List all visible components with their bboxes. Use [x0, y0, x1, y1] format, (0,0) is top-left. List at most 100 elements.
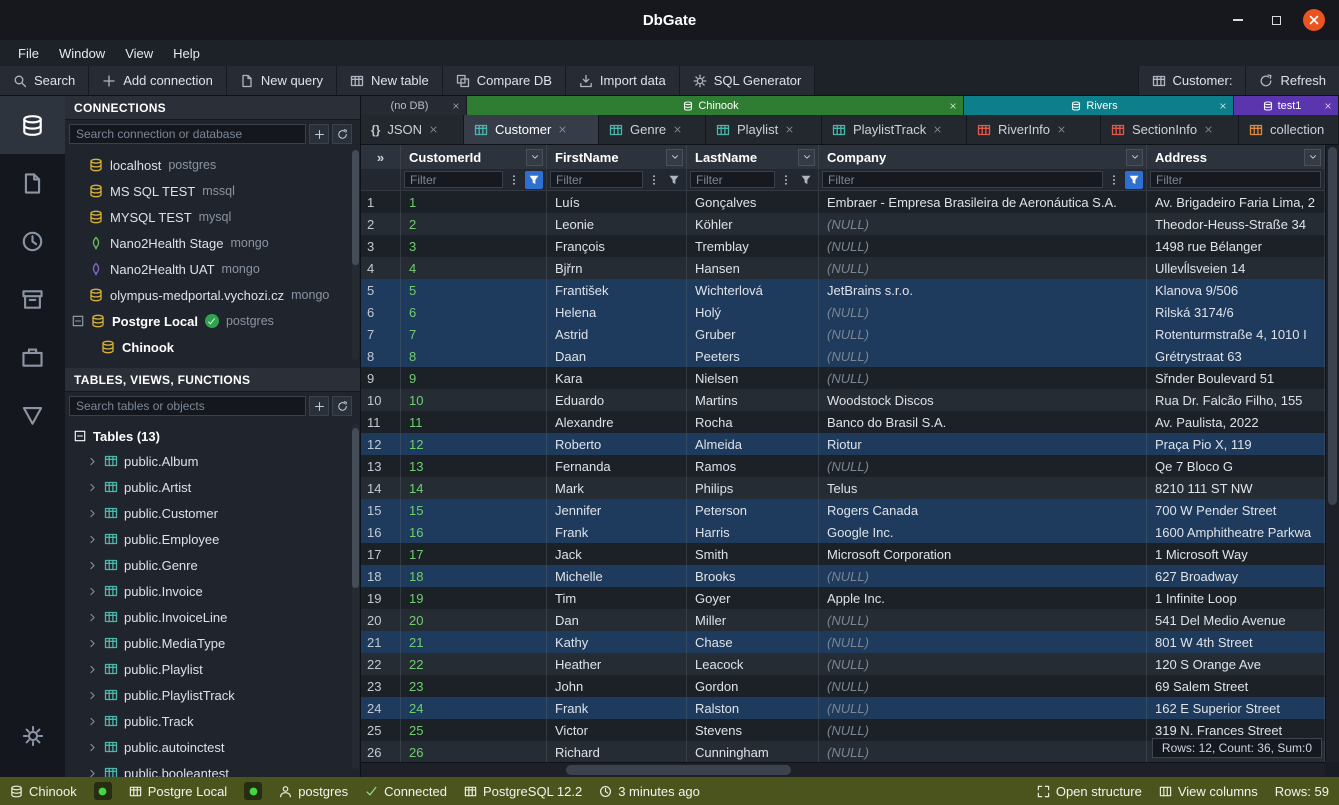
cell-customerid-8[interactable]: 8	[401, 345, 547, 367]
grid-row-9[interactable]: 99KaraNielsen(NULL)Sřnder Boulevard 51	[361, 367, 1325, 389]
cell-firstname-10[interactable]: Eduardo	[547, 389, 687, 411]
row-number-18[interactable]: 18	[361, 565, 401, 587]
row-number-25[interactable]: 25	[361, 719, 401, 741]
connection-olympus-medportal-vychozi-cz[interactable]: olympus-medportal.vychozi.czmongo	[65, 282, 360, 308]
cell-address-4[interactable]: Ullevĺlsveien 14	[1147, 257, 1325, 279]
add-connection-small-button[interactable]	[309, 124, 329, 144]
table-item-public-employee[interactable]: public.Employee	[65, 526, 360, 552]
table-item-public-invoice[interactable]: public.Invoice	[65, 578, 360, 604]
cell-address-23[interactable]: 69 Salem Street	[1147, 675, 1325, 697]
cell-lastname-13[interactable]: Ramos	[687, 455, 819, 477]
scrollbar-thumb[interactable]	[1328, 147, 1337, 505]
cell-address-6[interactable]: Rilská 3174/6	[1147, 301, 1325, 323]
cell-address-2[interactable]: Theodor-Heuss-Straße 34	[1147, 213, 1325, 235]
cell-customerid-11[interactable]: 11	[401, 411, 547, 433]
cell-firstname-3[interactable]: François	[547, 235, 687, 257]
filter-input-firstname[interactable]	[550, 171, 643, 188]
cell-company-2[interactable]: (NULL)	[819, 213, 1147, 235]
grid-row-2[interactable]: 22LeonieKöhler(NULL)Theodor-Heuss-Straße…	[361, 213, 1325, 235]
cell-customerid-1[interactable]: 1	[401, 191, 547, 213]
row-number-17[interactable]: 17	[361, 543, 401, 565]
cell-company-23[interactable]: (NULL)	[819, 675, 1147, 697]
cell-company-12[interactable]: Riotur	[819, 433, 1147, 455]
tab-json[interactable]: {}JSON	[361, 115, 464, 144]
cell-customerid-9[interactable]: 9	[401, 367, 547, 389]
cell-firstname-20[interactable]: Dan	[547, 609, 687, 631]
cell-lastname-9[interactable]: Nielsen	[687, 367, 819, 389]
cell-firstname-9[interactable]: Kara	[547, 367, 687, 389]
table-item-public-customer[interactable]: public.Customer	[65, 500, 360, 526]
cell-customerid-23[interactable]: 23	[401, 675, 547, 697]
cell-address-21[interactable]: 801 W 4th Street	[1147, 631, 1325, 653]
cell-firstname-8[interactable]: Daan	[547, 345, 687, 367]
cell-company-18[interactable]: (NULL)	[819, 565, 1147, 587]
grid-expander-button[interactable]: »	[361, 145, 401, 169]
cell-firstname-15[interactable]: Jennifer	[547, 499, 687, 521]
cell-company-4[interactable]: (NULL)	[819, 257, 1147, 279]
cell-customerid-2[interactable]: 2	[401, 213, 547, 235]
tab-close-icon[interactable]	[933, 125, 942, 134]
cell-firstname-5[interactable]: František	[547, 279, 687, 301]
cell-firstname-6[interactable]: Helena	[547, 301, 687, 323]
cell-lastname-21[interactable]: Chase	[687, 631, 819, 653]
cell-company-17[interactable]: Microsoft Corporation	[819, 543, 1147, 565]
cell-lastname-3[interactable]: Tremblay	[687, 235, 819, 257]
connections-search-input[interactable]	[69, 124, 306, 144]
cell-customerid-13[interactable]: 13	[401, 455, 547, 477]
grid-row-18[interactable]: 1818MichelleBrooks(NULL)627 Broadway	[361, 565, 1325, 587]
cell-lastname-11[interactable]: Rocha	[687, 411, 819, 433]
table-item-public-track[interactable]: public.Track	[65, 708, 360, 734]
cell-address-13[interactable]: Qe 7 Bloco G	[1147, 455, 1325, 477]
row-number-10[interactable]: 10	[361, 389, 401, 411]
cell-customerid-6[interactable]: 6	[401, 301, 547, 323]
cell-lastname-20[interactable]: Miller	[687, 609, 819, 631]
tab-close-icon[interactable]	[452, 102, 460, 110]
grid-row-7[interactable]: 77AstridGruber(NULL)Rotenturmstraße 4, 1…	[361, 323, 1325, 345]
connection-nano2health-stage[interactable]: Nano2Health Stagemongo	[65, 230, 360, 256]
cell-firstname-16[interactable]: Frank	[547, 521, 687, 543]
cell-customerid-24[interactable]: 24	[401, 697, 547, 719]
grid-horizontal-scrollbar[interactable]	[361, 762, 1325, 777]
toolbar-button-sql-generator[interactable]: SQL Generator	[680, 66, 816, 95]
cell-address-16[interactable]: 1600 Amphitheatre Parkwa	[1147, 521, 1325, 543]
cell-lastname-1[interactable]: Gonçalves	[687, 191, 819, 213]
grid-row-8[interactable]: 88DaanPeeters(NULL)Grétrystraat 63	[361, 345, 1325, 367]
cell-address-24[interactable]: 162 E Superior Street	[1147, 697, 1325, 719]
connection-nano2health-uat[interactable]: Nano2Health UATmongo	[65, 256, 360, 282]
row-number-5[interactable]: 5	[361, 279, 401, 301]
cell-company-26[interactable]: (NULL)	[819, 741, 1147, 763]
cell-customerid-18[interactable]: 18	[401, 565, 547, 587]
filter-menu-button[interactable]	[645, 171, 663, 189]
cell-company-8[interactable]: (NULL)	[819, 345, 1147, 367]
connection-chinook[interactable]: Chinook	[65, 334, 360, 360]
menu-item-window[interactable]: Window	[49, 44, 115, 63]
cell-company-19[interactable]: Apple Inc.	[819, 587, 1147, 609]
cell-customerid-21[interactable]: 21	[401, 631, 547, 653]
sidebar-settings-button[interactable]	[0, 707, 65, 765]
sidebar-file-button[interactable]	[0, 154, 65, 212]
cell-firstname-23[interactable]: John	[547, 675, 687, 697]
toolbar-button-import-data[interactable]: Import data	[566, 66, 680, 95]
cell-firstname-13[interactable]: Fernanda	[547, 455, 687, 477]
cell-customerid-12[interactable]: 12	[401, 433, 547, 455]
cell-firstname-4[interactable]: Bjřrn	[547, 257, 687, 279]
cell-lastname-17[interactable]: Smith	[687, 543, 819, 565]
cell-customerid-22[interactable]: 22	[401, 653, 547, 675]
cell-company-16[interactable]: Google Inc.	[819, 521, 1147, 543]
cell-lastname-12[interactable]: Almeida	[687, 433, 819, 455]
cell-firstname-21[interactable]: Kathy	[547, 631, 687, 653]
cell-lastname-18[interactable]: Brooks	[687, 565, 819, 587]
row-number-9[interactable]: 9	[361, 367, 401, 389]
row-number-20[interactable]: 20	[361, 609, 401, 631]
database-tab-chinook[interactable]: Chinook	[467, 96, 964, 115]
filter-input-address[interactable]	[1150, 171, 1321, 188]
cell-firstname-11[interactable]: Alexandre	[547, 411, 687, 433]
cell-firstname-1[interactable]: Luís	[547, 191, 687, 213]
row-number-1[interactable]: 1	[361, 191, 401, 213]
tab-playlisttrack[interactable]: PlaylistTrack	[822, 115, 967, 144]
maximize-button[interactable]	[1265, 9, 1287, 31]
cell-customerid-3[interactable]: 3	[401, 235, 547, 257]
cell-firstname-7[interactable]: Astrid	[547, 323, 687, 345]
cell-address-19[interactable]: 1 Infinite Loop	[1147, 587, 1325, 609]
cell-lastname-7[interactable]: Gruber	[687, 323, 819, 345]
